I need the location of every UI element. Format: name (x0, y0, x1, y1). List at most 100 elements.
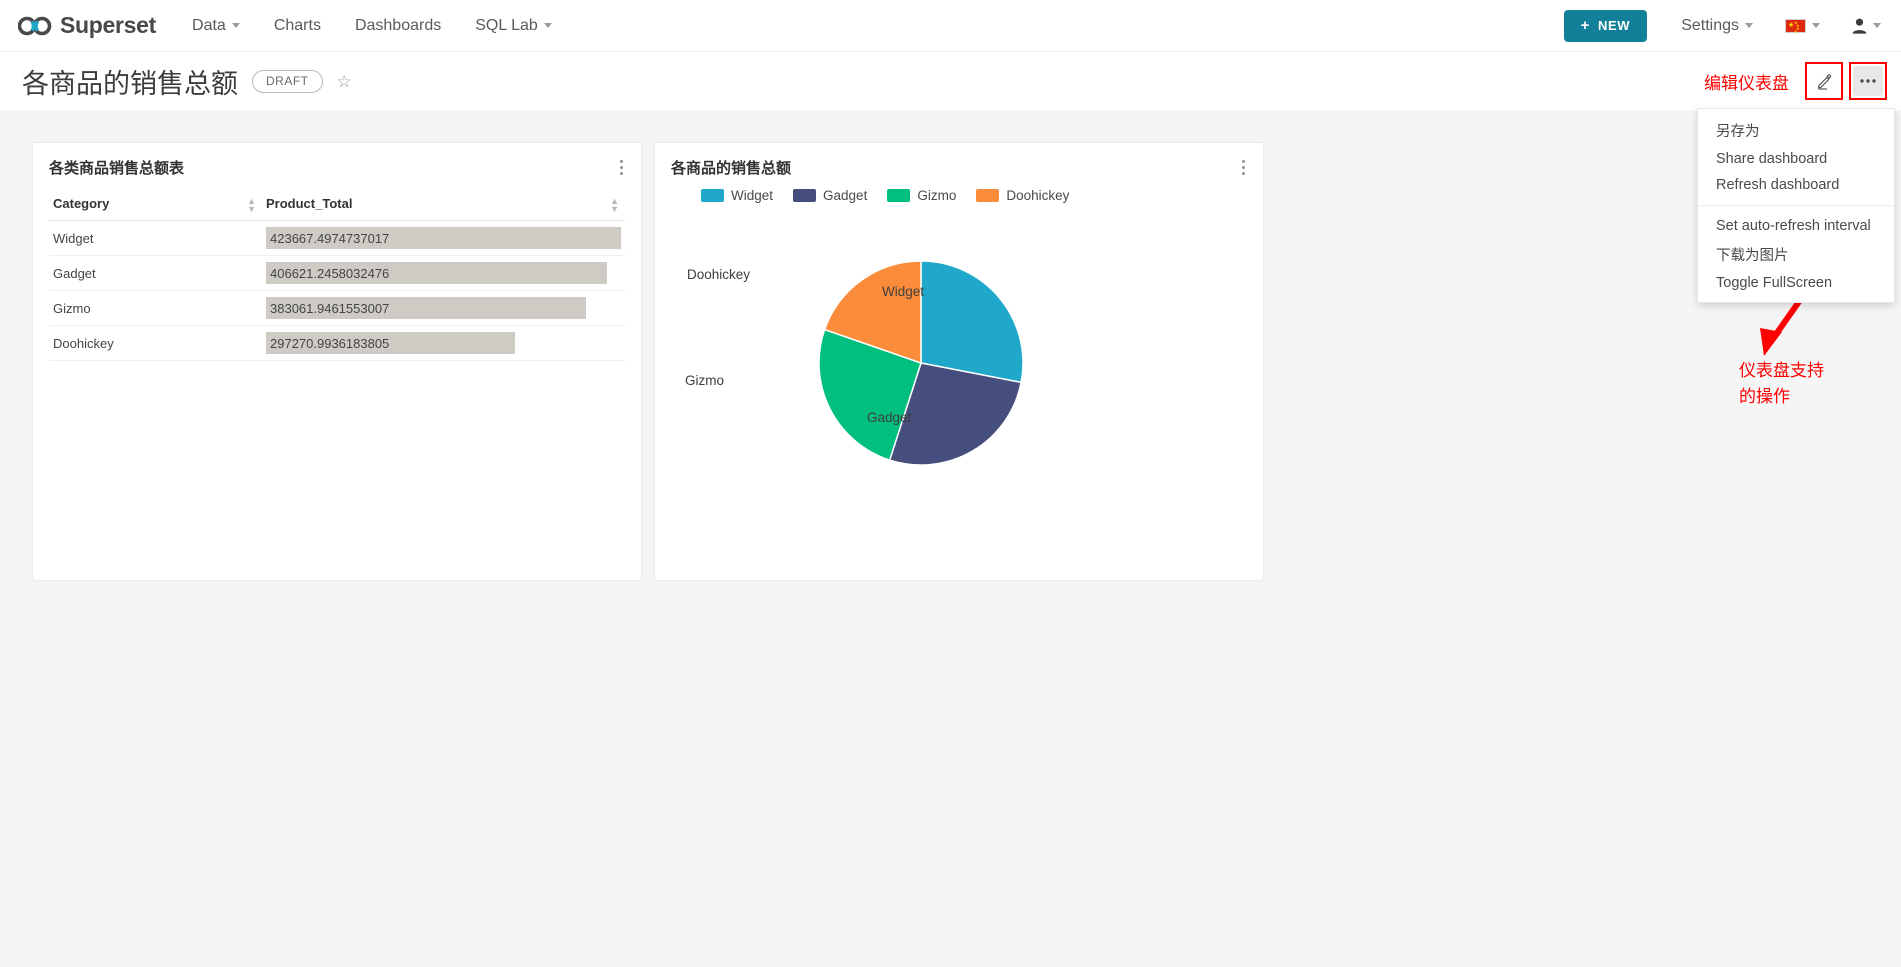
chevron-down-icon (1812, 23, 1820, 28)
cell-product-total: 423667.4974737017 (262, 220, 625, 256)
user-menu[interactable] (1852, 18, 1881, 34)
cell-value-label: 297270.9936183805 (270, 335, 390, 351)
nav-item-sql-lab-label: SQL Lab (475, 16, 538, 34)
menu-separator (1698, 205, 1894, 206)
chevron-down-icon (1745, 23, 1753, 28)
annotation-edit-label: 编辑仪表盘 (1704, 73, 1789, 93)
legend-item-gadget[interactable]: Gadget (793, 188, 867, 203)
table-body: Widget 423667.4974737017 Gadget 406621.2… (49, 220, 625, 361)
column-header-product-total-label: Product_Total (266, 196, 353, 211)
new-button[interactable]: + NEW (1563, 9, 1648, 42)
cell-product-total: 383061.9461553007 (262, 290, 625, 326)
legend-item-gizmo[interactable]: Gizmo (887, 188, 956, 203)
menu-item-set-auto-refresh-interval[interactable]: Set auto-refresh interval (1698, 213, 1894, 239)
nav-links: Data Charts Dashboards SQL Lab (192, 17, 586, 35)
table-row[interactable]: Gizmo 383061.9461553007 (49, 290, 625, 326)
brand-name: Superset (60, 12, 157, 38)
cell-value-label: 383061.9461553007 (270, 300, 390, 316)
navbar-right: + NEW Settings ★ ★ ★ ★ ★ (1563, 9, 1881, 42)
dashboard-page: Superset Data Charts Dashboards SQL Lab … (0, 0, 1901, 967)
plus-icon: + (1580, 17, 1591, 34)
table-row[interactable]: Doohickey 297270.9936183805 (49, 325, 625, 361)
cell-category: Gizmo (49, 290, 262, 326)
legend-label: Gizmo (917, 188, 957, 203)
menu-item-toggle-fullscreen[interactable]: Toggle FullScreen (1698, 270, 1894, 296)
nav-item-data-label: Data (192, 16, 226, 34)
pie-label-gizmo: Gizmo (685, 373, 725, 388)
legend-item-widget[interactable]: Widget (701, 188, 773, 203)
column-header-product-total[interactable]: Product_Total ▲ ▼ (262, 190, 625, 221)
settings-label: Settings (1681, 16, 1739, 34)
superset-infinity-logo-icon (18, 16, 52, 36)
chart-legend: Widget Gadget Gizmo Doohickey (701, 188, 1247, 203)
dashboard-header: 各商品的销售总额 DRAFT ☆ 编辑仪表盘 (0, 52, 1901, 110)
nav-item-sql-lab[interactable]: SQL Lab (475, 17, 552, 35)
edit-dashboard-button[interactable] (1809, 66, 1839, 96)
legend-swatch (887, 189, 911, 202)
table-head: Category ▲ ▼ Product_Total ▲ ▼ (49, 190, 625, 221)
legend-swatch (976, 189, 1000, 202)
pie-label-widget: Widget (882, 284, 925, 299)
pie-label-doohickey: Doohickey (687, 267, 751, 282)
annotation-box-edit (1805, 62, 1843, 100)
status-badge: DRAFT (252, 69, 323, 93)
sort-icon: ▲ ▼ (610, 196, 619, 214)
cell-category: Widget (49, 220, 262, 256)
more-vertical-icon[interactable] (1240, 157, 1247, 178)
cell-product-total: 297270.9936183805 (262, 325, 625, 361)
legend-item-doohickey[interactable]: Doohickey (976, 188, 1069, 203)
chart-card-table: 各类商品销售总额表 Category ▲▼ Product_Total ▲▼ (33, 143, 641, 580)
legend-label: Doohickey (1006, 188, 1070, 203)
legend-swatch (793, 189, 817, 202)
column-header-category[interactable]: Category ▲ ▼ (49, 190, 262, 221)
pencil-edit-icon (1817, 73, 1831, 90)
pie-label-gadget: Gadget (867, 410, 912, 425)
pie-slice-widget[interactable] (920, 260, 1024, 384)
cell-product-total: 406621.2458032476 (262, 255, 625, 291)
more-vertical-icon[interactable] (618, 157, 625, 178)
settings-menu[interactable]: Settings (1681, 17, 1753, 35)
ellipsis-horizontal-icon (1860, 79, 1876, 83)
column-header-category-label: Category (53, 196, 110, 211)
new-button-label: NEW (1598, 18, 1631, 33)
chart-title: 各类商品销售总额表 (49, 160, 185, 177)
pie-chart-area: Doohickey Widget Gizmo Gadget (671, 203, 1247, 553)
dashboard-header-actions: 编辑仪表盘 (1704, 62, 1887, 100)
chart-title: 各商品的销售总额 (671, 160, 792, 177)
chevron-down-icon (231, 23, 240, 28)
chart-card-pie: 各商品的销售总额 Widget Gadget Gizmo Doohickey D… (655, 143, 1263, 580)
sort-icon: ▲ ▼ (247, 196, 256, 214)
brand[interactable]: Superset (18, 12, 156, 39)
chevron-down-icon (543, 23, 552, 28)
nav-item-charts-label: Charts (273, 16, 321, 34)
cell-category: Gadget (49, 255, 262, 291)
table-row[interactable]: Widget 423667.4974737017 (49, 220, 625, 256)
top-navbar: Superset Data Charts Dashboards SQL Lab … (0, 0, 1901, 52)
menu-item-save-as[interactable]: 另存为 (1698, 115, 1894, 146)
annotation-box-more (1849, 62, 1887, 100)
page-title: 各商品的销售总额 (22, 68, 238, 99)
menu-item-refresh-dashboard[interactable]: Refresh dashboard (1698, 172, 1894, 198)
table-row[interactable]: Gadget 406621.2458032476 (49, 255, 625, 291)
legend-label: Widget (731, 188, 774, 203)
cell-value-label: 406621.2458032476 (270, 265, 390, 281)
menu-item-share-dashboard[interactable]: Share dashboard (1698, 146, 1894, 172)
nav-item-dashboards-label: Dashboards (354, 16, 442, 34)
china-flag-icon: ★ ★ ★ ★ ★ (1785, 18, 1806, 33)
table-header-row: Category ▲ ▼ Product_Total ▲ ▼ (49, 190, 625, 221)
nav-item-charts[interactable]: Charts (274, 17, 321, 35)
pie-chart-svg (818, 260, 1024, 466)
annotation-note: 仪表盘支持 的操作 (1739, 361, 1824, 406)
cell-category: Doohickey (49, 325, 262, 361)
menu-item-download-as-image[interactable]: 下载为图片 (1698, 239, 1894, 270)
chart-card-header: 各商品的销售总额 (671, 157, 1247, 178)
dashboard-more-button[interactable] (1853, 66, 1883, 96)
nav-item-dashboards[interactable]: Dashboards (355, 17, 441, 35)
user-avatar-icon (1852, 18, 1867, 34)
star-outline-icon[interactable]: ☆ (337, 73, 352, 90)
cell-value-label: 423667.4974737017 (270, 230, 390, 246)
nav-item-data[interactable]: Data (192, 17, 240, 35)
language-selector[interactable]: ★ ★ ★ ★ ★ (1785, 18, 1820, 33)
dashboard-more-dropdown: 另存为 Share dashboard Refresh dashboard Se… (1697, 108, 1895, 303)
legend-swatch (701, 189, 724, 202)
